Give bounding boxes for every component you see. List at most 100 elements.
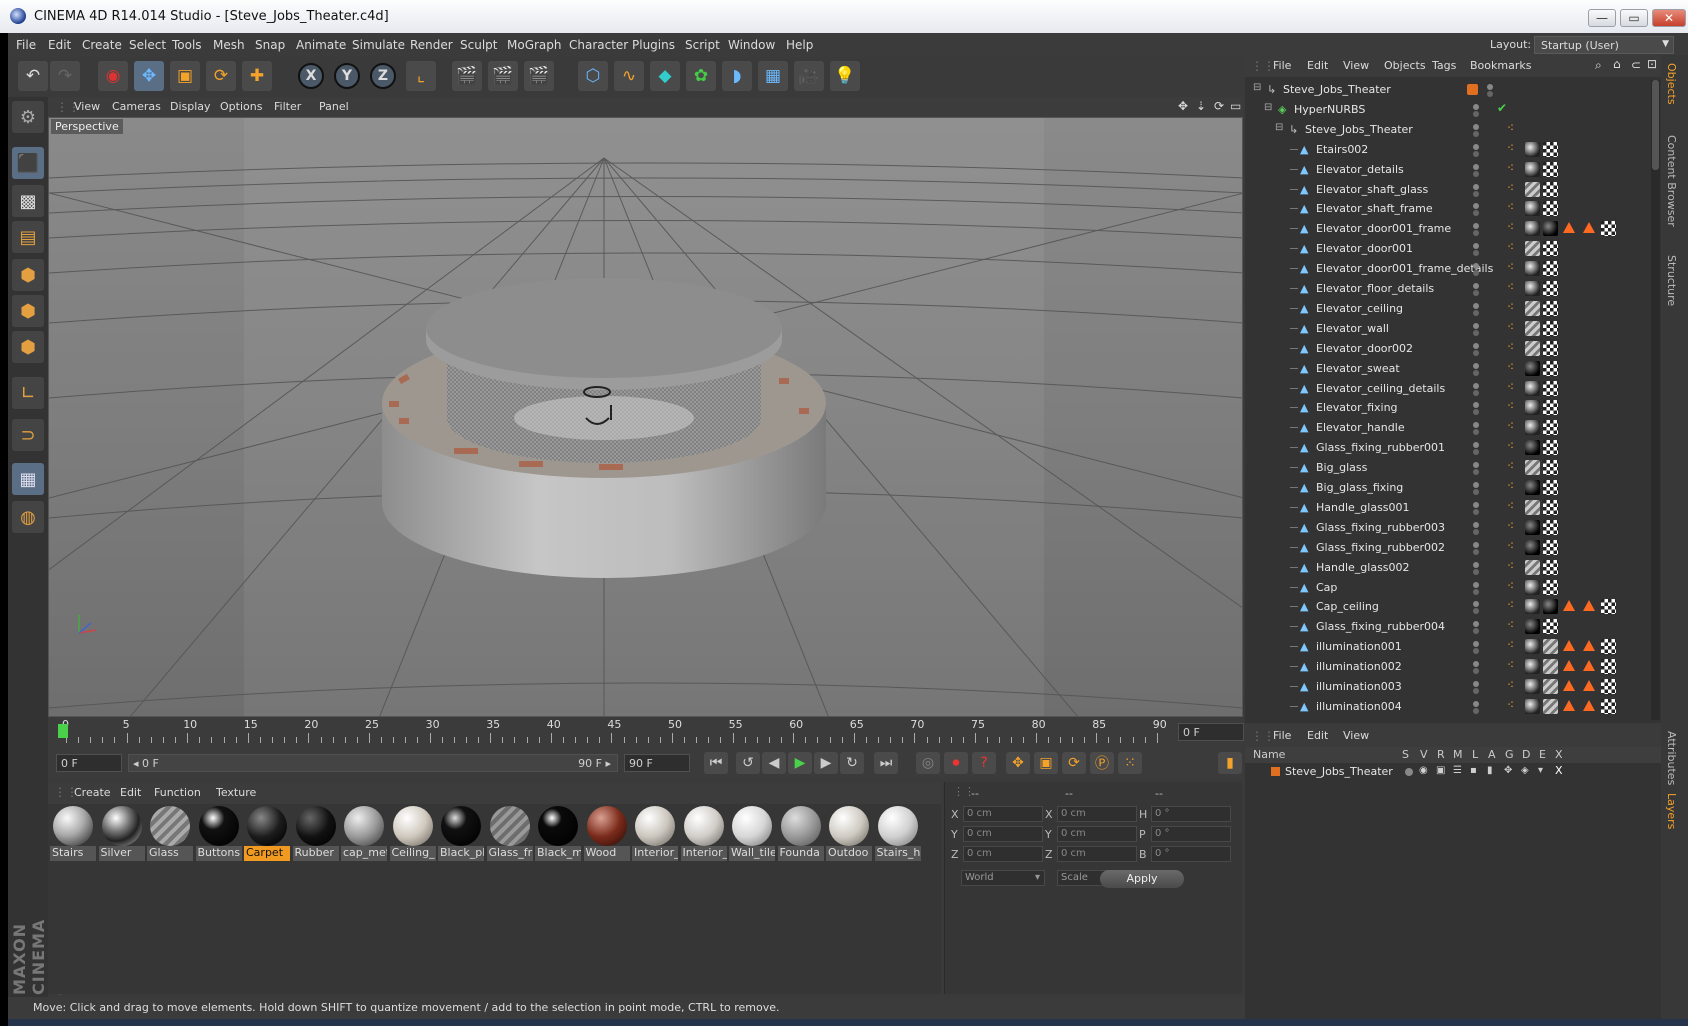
cube-primitive-icon[interactable]: ⬡ bbox=[578, 61, 608, 91]
object-name[interactable]: Glass_fixing_rubber001 bbox=[1316, 441, 1445, 454]
uvw-tag-icon[interactable] bbox=[1543, 340, 1558, 356]
material-tag-icon[interactable] bbox=[1525, 161, 1540, 177]
menu-character[interactable]: Character bbox=[569, 38, 628, 52]
material-swatch[interactable]: Wall_tile bbox=[729, 804, 775, 864]
lock-icon[interactable]: ▪ bbox=[1470, 765, 1477, 776]
material-swatch[interactable]: Outdoo bbox=[826, 804, 872, 864]
render-visibility-dot[interactable] bbox=[1473, 150, 1479, 157]
phong-tag-icon[interactable]: ⁖ bbox=[1507, 260, 1514, 274]
render-visibility-dot[interactable] bbox=[1473, 608, 1479, 615]
axis-mode-icon[interactable]: ∟ bbox=[12, 377, 44, 409]
phong-tag-icon[interactable]: ⁖ bbox=[1507, 678, 1514, 692]
home-icon[interactable]: ⌂ bbox=[1613, 57, 1621, 71]
editor-visibility-dot[interactable] bbox=[1473, 123, 1479, 130]
menu-file[interactable]: File bbox=[16, 38, 36, 52]
menu-mesh[interactable]: Mesh bbox=[213, 38, 245, 52]
render-visibility-dot[interactable] bbox=[1473, 508, 1479, 515]
object-name[interactable]: Elevator_sweat bbox=[1316, 362, 1400, 375]
uvw-tag-icon[interactable] bbox=[1601, 599, 1616, 615]
editor-visibility-dot[interactable] bbox=[1473, 462, 1479, 469]
warning-tag-icon[interactable] bbox=[1583, 222, 1595, 234]
material-swatch[interactable]: cap_met bbox=[341, 804, 387, 864]
goto-end-icon[interactable]: ⏭ bbox=[874, 752, 898, 774]
uvw-tag-icon[interactable] bbox=[1543, 201, 1558, 217]
object-row[interactable]: ▲ Glass_fixing_rubber002 ⁖ bbox=[1245, 538, 1638, 558]
render-visibility-dot[interactable] bbox=[1473, 309, 1479, 316]
record-keys-icon[interactable]: ◎ bbox=[916, 752, 940, 774]
coordinate-space-select[interactable]: World ▾ bbox=[961, 870, 1045, 886]
editor-visibility-dot[interactable] bbox=[1473, 621, 1479, 628]
layer-row[interactable]: Steve_Jobs_Theater ◉ ▣ ☰ ▪ ▮ ✥ ◈ ▾ X bbox=[1245, 764, 1661, 780]
editor-visibility-dot[interactable] bbox=[1473, 382, 1479, 389]
material-tag-icon[interactable] bbox=[1525, 261, 1540, 277]
expression-icon[interactable]: ▾ bbox=[1538, 765, 1543, 776]
eye-icon[interactable]: ◉ bbox=[1419, 765, 1428, 776]
material-swatch[interactable]: Black_m bbox=[535, 804, 581, 864]
render-visibility-dot[interactable] bbox=[1473, 250, 1479, 257]
texture-mode-icon[interactable]: ▩ bbox=[12, 185, 44, 217]
lm-menu-view[interactable]: View bbox=[1343, 729, 1369, 742]
editor-visibility-dot[interactable] bbox=[1473, 163, 1479, 170]
points-mode-icon[interactable]: ⬢ bbox=[12, 259, 44, 291]
tab-layers[interactable]: Layers bbox=[1665, 793, 1678, 829]
phong-tag-icon[interactable]: ⁖ bbox=[1507, 638, 1514, 652]
undo-icon[interactable]: ↶ bbox=[18, 61, 48, 91]
workplane-lock-icon[interactable]: ▦ bbox=[12, 463, 44, 495]
uvw-tag-icon[interactable] bbox=[1543, 460, 1558, 476]
object-name[interactable]: Elevator_floor_details bbox=[1316, 282, 1434, 295]
viewport-menu-options[interactable]: Options bbox=[220, 100, 262, 113]
maximize-button[interactable]: ▭ bbox=[1620, 9, 1648, 27]
om-menu-bookmarks[interactable]: Bookmarks bbox=[1470, 59, 1531, 72]
phong-tag-icon[interactable]: ⁖ bbox=[1507, 280, 1514, 294]
uvw-tag-icon[interactable] bbox=[1543, 281, 1558, 296]
warning-tag-icon[interactable] bbox=[1583, 640, 1595, 652]
material-swatch[interactable]: Glass_fr bbox=[486, 804, 533, 864]
material-tag-icon[interactable] bbox=[1525, 480, 1540, 495]
phong-tag-icon[interactable]: ⁖ bbox=[1507, 459, 1514, 473]
live-selection-icon[interactable]: ◉ bbox=[98, 61, 128, 91]
enabled-check-icon[interactable]: ✔ bbox=[1497, 101, 1507, 115]
material-tag-icon[interactable] bbox=[1525, 360, 1540, 376]
deformer-icon[interactable]: ◗ bbox=[722, 61, 752, 91]
uvw-tag-icon[interactable] bbox=[1601, 221, 1616, 237]
warning-tag-icon[interactable] bbox=[1563, 699, 1575, 711]
menu-select[interactable]: Select bbox=[129, 38, 166, 52]
uvw-tag-icon[interactable] bbox=[1543, 141, 1558, 157]
object-row[interactable]: ▲ Elevator_door002 ⁖ bbox=[1245, 339, 1638, 359]
uvw-tag-icon[interactable] bbox=[1543, 380, 1558, 396]
material-tag-icon[interactable] bbox=[1525, 340, 1540, 356]
material-swatch[interactable]: Stairs_h bbox=[874, 804, 921, 864]
material-tag-icon[interactable] bbox=[1543, 221, 1558, 237]
render-visibility-dot[interactable] bbox=[1473, 628, 1479, 635]
material-menu-function[interactable]: Function bbox=[154, 786, 201, 799]
link-icon[interactable]: ⊂ bbox=[1631, 58, 1641, 72]
object-list-scrollbar[interactable] bbox=[1651, 80, 1660, 720]
editor-visibility-dot[interactable] bbox=[1473, 283, 1479, 289]
render-visibility-dot[interactable] bbox=[1473, 349, 1479, 356]
phong-tag-icon[interactable]: ⁖ bbox=[1507, 539, 1514, 553]
y-axis-lock-icon[interactable]: Y bbox=[334, 63, 360, 89]
perspective-viewport[interactable] bbox=[48, 117, 1243, 717]
key-scale-icon[interactable]: ▣ bbox=[1034, 752, 1058, 774]
editor-visibility-dot[interactable] bbox=[1473, 681, 1479, 687]
editor-visibility-dot[interactable] bbox=[1473, 661, 1479, 668]
tab-attributes[interactable]: Attributes bbox=[1665, 731, 1678, 785]
object-row[interactable]: ▲ Elevator_ceiling_details ⁖ bbox=[1245, 379, 1638, 399]
object-name[interactable]: Elevator_ceiling_details bbox=[1316, 382, 1445, 395]
uvw-tag-icon[interactable] bbox=[1543, 420, 1558, 436]
phong-tag-icon[interactable]: ⁖ bbox=[1507, 559, 1514, 573]
menu-animate[interactable]: Animate bbox=[296, 38, 346, 52]
key-parameter-icon[interactable]: Ⓟ bbox=[1090, 752, 1114, 774]
editor-visibility-dot[interactable] bbox=[1473, 541, 1479, 548]
expand-toggle-icon[interactable]: ⊟ bbox=[1264, 102, 1272, 113]
editor-visibility-dot[interactable] bbox=[1473, 482, 1479, 488]
object-name[interactable]: Steve_Jobs_Theater bbox=[1283, 83, 1391, 96]
menu-render[interactable]: Render bbox=[410, 38, 453, 52]
lm-menu-file[interactable]: File bbox=[1273, 729, 1291, 742]
object-row[interactable]: ▲ Elevator_shaft_frame ⁖ bbox=[1245, 199, 1638, 219]
animation-icon[interactable]: ▮ bbox=[1487, 765, 1493, 776]
scrollbar-thumb[interactable] bbox=[1652, 80, 1659, 170]
menu-simulate[interactable]: Simulate bbox=[352, 38, 405, 52]
material-swatch[interactable]: Founda bbox=[777, 804, 824, 864]
object-row[interactable]: ▲ Elevator_details ⁖ bbox=[1245, 160, 1638, 180]
